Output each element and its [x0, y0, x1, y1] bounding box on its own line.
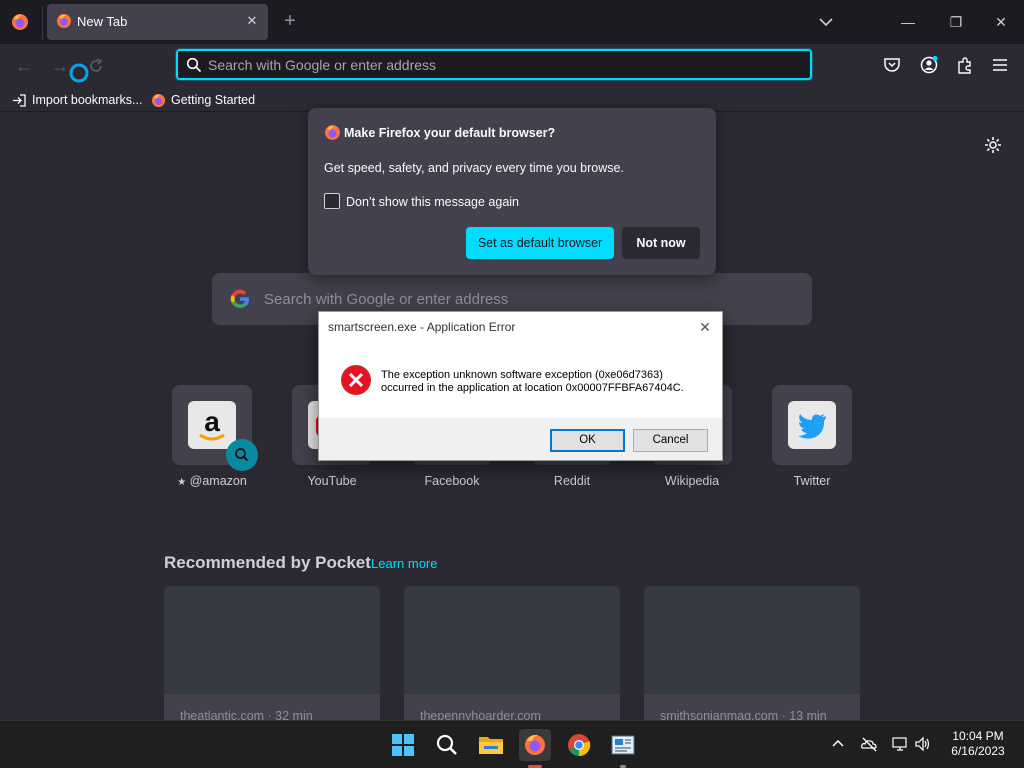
firefox-icon [57, 14, 71, 28]
volume-icon[interactable] [914, 735, 932, 753]
error-close-icon[interactable]: ✕ [694, 316, 716, 338]
svg-text:a: a [204, 406, 220, 437]
top-site-twitter[interactable] [772, 385, 852, 465]
new-tab-plus-icon[interactable]: + [280, 11, 300, 31]
tab-title: New Tab [77, 14, 128, 29]
pocket-heading: Recommended by Pocket [164, 553, 371, 572]
url-input[interactable] [208, 54, 788, 76]
bookmark-import[interactable]: Import bookmarks... [12, 91, 142, 109]
chrome-icon[interactable] [563, 729, 595, 761]
pocket-thumbnail [404, 586, 620, 694]
onedrive-offline-icon[interactable] [860, 735, 878, 753]
error-title: smartscreen.exe - Application Error [328, 320, 516, 334]
clock-time: 10:04 PM [952, 729, 1004, 743]
bookmark-getting-started[interactable]: Getting Started [151, 91, 255, 109]
bookmark-label: Import bookmarks... [32, 93, 143, 107]
pocket-learn-more-link[interactable]: Learn more [371, 556, 437, 571]
firefox-icon [151, 93, 166, 107]
top-site-label-twitter: Twitter [793, 474, 831, 488]
firefox-menu-icon[interactable] [10, 12, 30, 32]
account-icon[interactable] [919, 55, 939, 75]
newtab-search-placeholder: Search with Google or enter address [264, 291, 509, 308]
prompt-title: Make Firefox your default browser? [344, 126, 556, 140]
clock-date: 6/16/2023 [951, 744, 1005, 758]
error-titlebar[interactable]: smartscreen.exe - Application Error ✕ [319, 312, 722, 342]
ok-button[interactable]: OK [550, 429, 625, 452]
top-site-label-facebook: Facebook [424, 474, 480, 488]
bookmark-label: Getting Started [171, 93, 256, 107]
google-icon [230, 289, 250, 309]
taskbar: 10:04 PM 6/16/2023 [0, 720, 1024, 768]
search-icon [186, 57, 202, 73]
file-explorer-icon[interactable] [475, 729, 507, 761]
dont-show-again-checkbox[interactable] [324, 193, 340, 209]
hamburger-menu-icon[interactable] [990, 55, 1010, 75]
tab-close-icon[interactable]: ✕ [244, 13, 260, 29]
url-bar[interactable] [176, 49, 812, 80]
error-x-icon [341, 365, 371, 395]
not-now-button[interactable]: Not now [622, 227, 700, 259]
import-icon [13, 93, 26, 107]
gear-icon[interactable] [983, 135, 1003, 155]
tab-new-tab[interactable]: New Tab ✕ [47, 4, 268, 40]
pocket-icon[interactable] [882, 55, 902, 75]
error-body: The exception unknown software exception… [319, 342, 722, 418]
reload-icon[interactable] [86, 56, 106, 76]
amazon-search-shortcut-icon[interactable] [226, 439, 258, 471]
dont-show-again-label[interactable]: Don’t show this message again [346, 195, 519, 209]
list-all-tabs-chevron-icon[interactable] [816, 12, 836, 32]
application-error-dialog: smartscreen.exe - Application Error ✕ Th… [318, 311, 723, 461]
pocket-thumbnail [644, 586, 860, 694]
firefox-icon [325, 125, 340, 140]
extensions-icon[interactable] [955, 55, 975, 75]
pocket-card[interactable]: theatlantic.com · 32 min [164, 586, 380, 726]
prompt-body: Get speed, safety, and privacy every tim… [324, 161, 624, 175]
nav-toolbar: ← → [0, 44, 1024, 88]
pocket-thumbnail [164, 586, 380, 694]
firefox-icon[interactable] [519, 729, 551, 761]
set-default-browser-button[interactable]: Set as default browser [466, 227, 614, 259]
pocket-card[interactable]: thepennyhoarder.com [404, 586, 620, 726]
tab-strip: New Tab ✕ + — ❐ ✕ [0, 0, 1024, 44]
start-icon[interactable] [387, 729, 419, 761]
default-browser-prompt: Make Firefox your default browser? Get s… [308, 108, 716, 275]
cancel-button[interactable]: Cancel [633, 429, 708, 452]
pocket-card[interactable]: smithsonianmag.com · 13 min [644, 586, 860, 726]
pin-icon: ★ [177, 477, 187, 488]
top-site-label-amazon: ★ @amazon [177, 474, 247, 488]
chevron-up-icon[interactable] [829, 735, 847, 753]
app-icon[interactable] [607, 729, 639, 761]
system-clock[interactable]: 10:04 PM 6/16/2023 [938, 729, 1018, 759]
window-close-icon[interactable]: ✕ [985, 8, 1017, 36]
tab-separator [42, 6, 43, 40]
search-icon[interactable] [431, 729, 463, 761]
error-message: The exception unknown software exception… [381, 369, 684, 394]
top-site-label-reddit: Reddit [553, 474, 591, 488]
network-icon[interactable] [891, 735, 909, 753]
minimize-icon[interactable]: — [892, 8, 924, 36]
twitter-icon [788, 401, 836, 449]
back-arrow-icon[interactable]: ← [13, 55, 35, 77]
top-site-label-youtube: YouTube [307, 474, 357, 488]
restore-icon[interactable]: ❐ [940, 8, 972, 36]
top-site-label-wikipedia: Wikipedia [664, 474, 720, 488]
